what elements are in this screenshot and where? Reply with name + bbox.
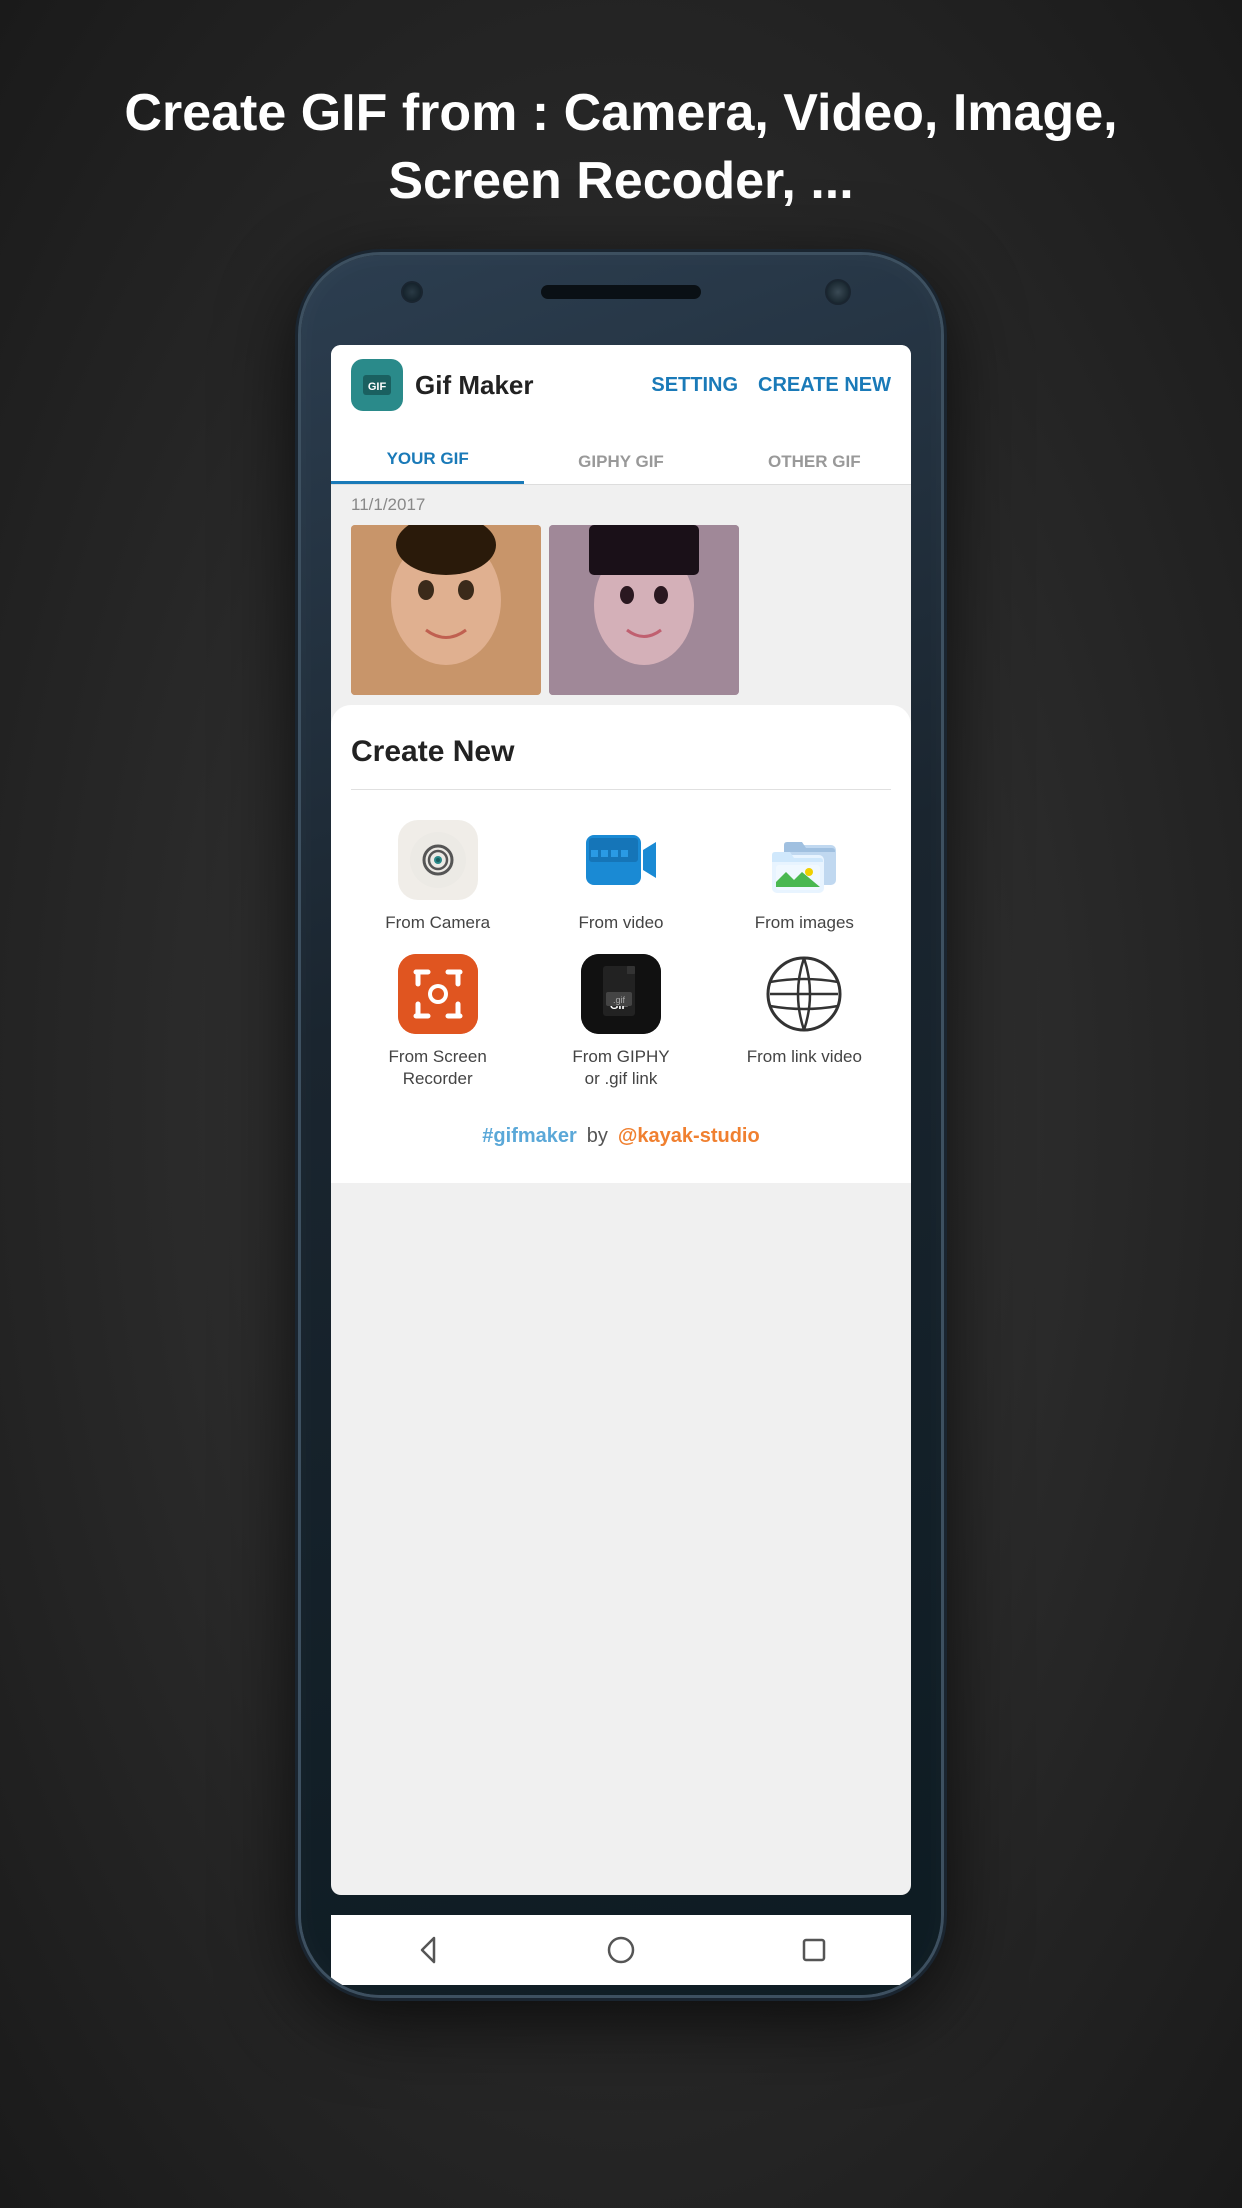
nav-bar — [331, 1915, 911, 1985]
option-from-video[interactable]: From video — [534, 820, 707, 934]
app-bar: GIF Gif Maker SETTING CREATE NEW — [331, 345, 911, 425]
option-from-camera[interactable]: From Camera — [351, 820, 524, 934]
phone-top-bar — [301, 255, 941, 345]
option-from-link-video[interactable]: From link video — [718, 954, 891, 1090]
images-label: From images — [755, 912, 854, 934]
link-video-label: From link video — [747, 1046, 862, 1068]
front-camera-sensor — [401, 281, 423, 303]
video-icon — [581, 820, 661, 900]
options-grid: From Camera — [351, 820, 891, 1090]
phone-speaker — [541, 285, 701, 299]
thumbnail-image-2 — [549, 525, 739, 695]
outer-background: Create GIF from : Camera, Video, Image, … — [0, 0, 1242, 2208]
option-from-screen-recorder[interactable]: From ScreenRecorder — [351, 954, 524, 1090]
giphy-icon-container: GIF .gif — [581, 954, 661, 1034]
giphy-label: From GIPHYor .gif link — [572, 1046, 669, 1090]
option-from-images[interactable]: From images — [718, 820, 891, 934]
gif-thumbnail-2[interactable] — [549, 525, 739, 695]
svg-text:.gif: .gif — [613, 995, 626, 1005]
camera-icon-container — [398, 820, 478, 900]
app-icon: GIF — [351, 359, 403, 411]
svg-text:GIF: GIF — [368, 381, 387, 393]
phone-screen: GIF Gif Maker SETTING CREATE NEW YOUR GI… — [331, 345, 911, 1895]
link-video-icon — [764, 954, 844, 1034]
gif-grid — [331, 525, 911, 705]
tab-other-gif[interactable]: OTHER GIF — [718, 452, 911, 484]
video-icon-container — [581, 820, 661, 900]
nav-home-button[interactable] — [603, 1932, 639, 1968]
nav-back-button[interactable] — [410, 1932, 446, 1968]
app-title: Gif Maker — [415, 370, 631, 401]
video-label: From video — [578, 912, 663, 934]
setting-button[interactable]: SETTING — [651, 374, 738, 397]
screen-recorder-icon-container — [398, 954, 478, 1034]
gif-thumbnail-1[interactable] — [351, 525, 541, 695]
giphy-icon: GIF .gif — [581, 954, 661, 1034]
option-from-giphy[interactable]: GIF .gif From GIPHYor .gif link — [534, 954, 707, 1090]
create-new-panel: Create New — [331, 705, 911, 1183]
divider — [351, 789, 891, 790]
camera-label: From Camera — [385, 912, 490, 934]
proximity-sensor — [825, 279, 851, 305]
create-new-title: Create New — [351, 735, 891, 769]
headline: Create GIF from : Camera, Video, Image, … — [0, 0, 1242, 255]
tab-your-gif[interactable]: YOUR GIF — [331, 449, 524, 484]
footer-by: by — [587, 1125, 608, 1148]
panel-footer: #gifmaker by @kayak-studio — [351, 1110, 891, 1163]
tabs-bar: YOUR GIF GIPHY GIF OTHER GIF — [331, 425, 911, 485]
images-icon-container — [764, 820, 844, 900]
create-new-button[interactable]: CREATE NEW — [758, 374, 891, 397]
camera-icon — [410, 832, 466, 888]
screen-recorder-label: From ScreenRecorder — [389, 1046, 487, 1090]
images-icon — [764, 820, 844, 900]
tab-giphy-gif[interactable]: GIPHY GIF — [524, 452, 717, 484]
footer-hashtag: #gifmaker — [482, 1125, 577, 1148]
thumbnail-image-1 — [351, 525, 541, 695]
headline-plain: Create GIF from : — [124, 84, 563, 142]
screen-recorder-icon — [398, 954, 478, 1034]
phone-shell: GIF Gif Maker SETTING CREATE NEW YOUR GI… — [301, 255, 941, 1995]
link-video-icon-container — [764, 954, 844, 1034]
date-label: 11/1/2017 — [331, 485, 911, 525]
footer-studio: @kayak-studio — [618, 1125, 760, 1148]
nav-recents-button[interactable] — [796, 1932, 832, 1968]
